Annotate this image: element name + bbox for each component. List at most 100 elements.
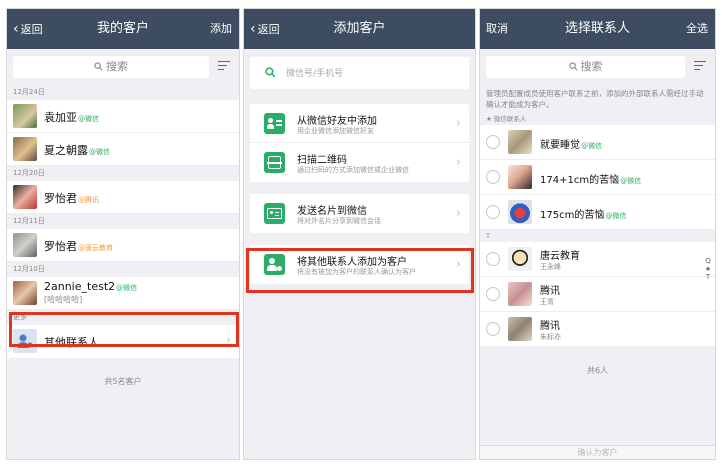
filter-icon[interactable]: [694, 61, 707, 73]
option-title: 发送名片到微信: [297, 206, 367, 217]
search-icon: [94, 62, 103, 71]
wechat-contact-icon: [264, 113, 285, 134]
navbar: 取消 选择联系人 全选: [480, 9, 715, 49]
source-tag: @微信: [116, 284, 138, 292]
source-tag: @微信: [581, 142, 602, 150]
highlight-box: [246, 248, 474, 293]
section-header: 12月10日: [7, 262, 239, 277]
avatar: [13, 137, 37, 161]
avatar: [508, 200, 532, 224]
qr-scan-icon: [264, 152, 285, 173]
navbar: ‹ 返回 添加客户: [244, 9, 475, 49]
index-bar[interactable]: Q ★ T: [704, 257, 712, 281]
contact-item[interactable]: 腾讯 朱标亦: [480, 312, 715, 347]
source-tag: @唐云教育: [78, 244, 113, 252]
hint-text: 管理员配置成员使用客户联系之前，添加的外部联系人需经过手动确认才能成为客户。: [486, 89, 704, 109]
contact-item[interactable]: 腾讯 王青: [480, 277, 715, 312]
customer-name: 夏之朝露: [44, 144, 88, 157]
search-icon: [568, 62, 577, 71]
index-search[interactable]: Q: [704, 257, 712, 265]
source-tag: @微信: [605, 212, 627, 220]
scan-qr-code[interactable]: 扫描二维码 通过扫码的方式添加微信或企业微信 ›: [250, 143, 469, 182]
add-button[interactable]: 添加: [210, 9, 232, 49]
contact-item[interactable]: 唐云教育 王永峰: [480, 242, 715, 277]
option-subtitle: 通过扫码的方式添加微信或企业微信: [297, 166, 409, 174]
contact-name: 175cm的苦恼: [540, 210, 605, 221]
avatar: [508, 130, 532, 154]
index-t[interactable]: T: [704, 273, 712, 281]
source-tag: @微信: [89, 148, 110, 156]
customer-item[interactable]: 罗怡君@唐云教育: [7, 229, 239, 262]
section-header: ★ 微信联系人: [486, 115, 527, 123]
wechat-id-search-input[interactable]: 微信号/手机号: [250, 57, 469, 89]
option-title: 扫描二维码: [297, 155, 347, 166]
search-input[interactable]: 搜索: [486, 56, 685, 78]
select-radio[interactable]: [486, 170, 500, 184]
contact-name: 174+1cm的苦恼: [540, 175, 620, 186]
page-title: 选择联系人: [564, 21, 630, 36]
option-subtitle: 用企业微信添加微信好友: [297, 127, 374, 135]
customer-item[interactable]: 袁加亚@微信: [7, 100, 239, 133]
select-radio[interactable]: [486, 287, 500, 301]
search-input[interactable]: 搜索: [13, 56, 209, 78]
chevron-right-icon: ›: [455, 116, 461, 131]
avatar: [13, 104, 37, 128]
navbar: ‹ 返回 我的客户 添加: [7, 9, 239, 49]
avatar: [508, 282, 532, 306]
customer-name: 2annie_test2: [44, 280, 116, 293]
index-star[interactable]: ★: [704, 265, 712, 273]
contact-name: 唐云教育: [540, 251, 580, 262]
avatar: [13, 281, 37, 305]
option-group: 从微信好友中添加 用企业微信添加微信好友 › 扫描二维码 通过扫码的方式添加微信…: [250, 104, 469, 182]
select-radio[interactable]: [486, 322, 500, 336]
page-title: 我的客户: [96, 21, 149, 36]
business-card-icon: [264, 203, 285, 224]
search-icon: [265, 67, 276, 78]
section-header: T: [486, 232, 490, 240]
screen-my-customers: ‹ 返回 我的客户 添加 搜索 12月24日 袁加亚@微信 夏之朝露@微信 12月…: [6, 8, 240, 460]
section-header: 12月24日: [7, 85, 239, 100]
filter-icon[interactable]: [218, 61, 231, 73]
chevron-right-icon: ›: [455, 155, 461, 170]
contact-item[interactable]: 175cm的苦恼@微信: [480, 195, 715, 230]
select-radio[interactable]: [486, 135, 500, 149]
search-row: 搜索: [7, 49, 239, 85]
page-title: 添加客户: [333, 21, 386, 36]
customer-name: 袁加亚: [44, 111, 77, 124]
customer-name: 罗怡君: [44, 240, 77, 253]
screen-add-customer: ‹ 返回 添加客户 微信号/手机号 从微信好友中添加 用企业微信添加微信好友 › …: [243, 8, 476, 460]
contact-item[interactable]: 就要睡觉@微信: [480, 125, 715, 160]
customer-item[interactable]: 罗怡君@腾讯: [7, 181, 239, 214]
customer-count: 共5名客户: [104, 377, 142, 386]
option-title: 从微信好友中添加: [297, 116, 377, 127]
contact-name: 腾讯: [540, 321, 560, 332]
contact-name: 就要睡觉: [540, 140, 580, 151]
select-all-button[interactable]: 全选: [686, 9, 708, 49]
customer-name: 罗怡君: [44, 192, 77, 205]
send-card-to-wechat[interactable]: 发送名片到微信 将对外名片分享到微信会话 ›: [250, 194, 469, 233]
select-radio[interactable]: [486, 252, 500, 266]
search-row: 搜索: [480, 49, 715, 85]
contact-item[interactable]: 174+1cm的苦恼@微信: [480, 160, 715, 195]
add-from-wechat-friends[interactable]: 从微信好友中添加 用企业微信添加微信好友 ›: [250, 104, 469, 143]
search-placeholder: 微信号/手机号: [286, 69, 344, 79]
customer-item[interactable]: 夏之朝露@微信: [7, 133, 239, 166]
source-tag: @微信: [78, 115, 99, 123]
avatar: [13, 185, 37, 209]
customer-item[interactable]: 2annie_test2@微信 [哈哈哈哈]: [7, 277, 239, 310]
avatar: [508, 165, 532, 189]
contact-count: 共6人: [586, 366, 609, 375]
option-group: 发送名片到微信 将对外名片分享到微信会话 ›: [250, 194, 469, 233]
highlight-box: [9, 312, 239, 347]
section-header: 12月11日: [7, 214, 239, 229]
select-radio[interactable]: [486, 205, 500, 219]
source-tag: @腾讯: [78, 196, 99, 204]
section-header: 12月20日: [7, 166, 239, 181]
contact-name: 腾讯: [540, 286, 560, 297]
confirm-customer-button[interactable]: 确认为客户: [480, 445, 715, 459]
customer-note: [哈哈哈哈]: [44, 295, 83, 304]
screen-select-contacts: 取消 选择联系人 全选 搜索 管理员配置成员使用客户联系之前，添加的外部联系人需…: [479, 8, 716, 460]
avatar: [508, 247, 532, 271]
avatar: [13, 233, 37, 257]
contact-sub: 朱标亦: [540, 333, 561, 341]
